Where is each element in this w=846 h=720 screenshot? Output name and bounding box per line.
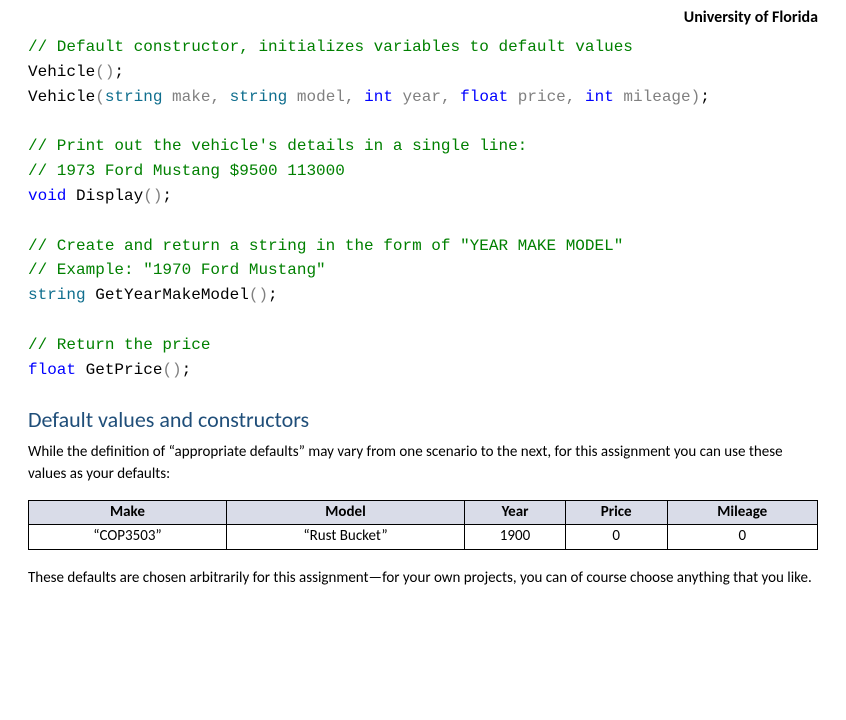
comment: // Print out the vehicle's details in a … [28,137,527,155]
kw-void: void [28,187,66,205]
param: make [162,88,210,106]
comma: , [441,88,451,106]
space [575,88,585,106]
section-outro: These defaults are chosen arbitrarily fo… [28,568,818,590]
fn-ymm: GetYearMakeModel [86,286,249,304]
ctor-param-name: Vehicle [28,88,95,106]
comment: // 1973 Ford Mustang $9500 113000 [28,162,345,180]
parens: () [95,63,114,81]
type-int: int [364,88,393,106]
page-header-institution: University of Florida [28,0,818,35]
cell-mileage: 0 [667,525,818,550]
comment: // Example: "1970 Ford Mustang" [28,261,326,279]
type-string: string [230,88,288,106]
cell-year: 1900 [465,525,566,550]
col-mileage: Mileage [667,500,818,525]
lparen: ( [95,88,105,106]
comma: , [345,88,355,106]
parens: () [162,361,181,379]
col-model: Model [226,500,464,525]
space [220,88,230,106]
table-row: “COP3503” “Rust Bucket” 1900 0 0 [29,525,818,550]
semi: ; [114,63,124,81]
col-price: Price [565,500,667,525]
comma: , [210,88,220,106]
section-heading: Default values and constructors [28,404,818,436]
type-string: string [28,286,86,304]
comment: // Return the price [28,336,210,354]
cell-price: 0 [565,525,667,550]
param: year [393,88,441,106]
semi: ; [182,361,192,379]
comma: , [566,88,576,106]
parens: () [249,286,268,304]
param: mileage [614,88,691,106]
param: model [287,88,345,106]
cell-model: “Rust Bucket” [226,525,464,550]
space [451,88,461,106]
space [355,88,365,106]
cell-make: “COP3503” [29,525,227,550]
semi: ; [268,286,278,304]
semi: ; [700,88,710,106]
section-intro: While the definition of “appropriate def… [28,442,818,486]
table-header-row: Make Model Year Price Mileage [29,500,818,525]
rparen: ) [691,88,701,106]
type-int: int [585,88,614,106]
param: price [508,88,566,106]
parens: () [143,187,162,205]
semi: ; [162,187,172,205]
type-string: string [105,88,163,106]
type-float: float [460,88,508,106]
comment: // Default constructor, initializes vari… [28,38,633,56]
kw-float: float [28,361,76,379]
ctor-default: Vehicle [28,63,95,81]
comment: // Create and return a string in the for… [28,237,623,255]
col-year: Year [465,500,566,525]
code-block: // Default constructor, initializes vari… [28,35,818,382]
defaults-table: Make Model Year Price Mileage “COP3503” … [28,500,818,551]
col-make: Make [29,500,227,525]
fn-display: Display [66,187,143,205]
fn-getprice: GetPrice [76,361,162,379]
